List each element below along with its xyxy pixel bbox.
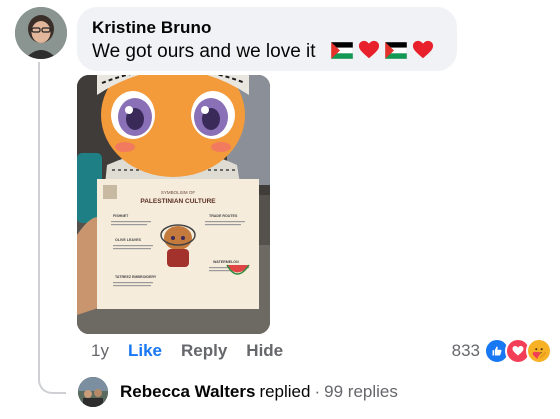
comment-author[interactable]: Kristine Bruno xyxy=(92,18,211,38)
comment-photo[interactable]: SYMBOLISM OF PALESTINIAN CULTURE FISHNET… xyxy=(77,75,270,334)
card-label-trade-routes: TRADE ROUTES xyxy=(209,214,238,218)
palestine-flag-icon xyxy=(331,41,353,59)
comment-timestamp[interactable]: 1y xyxy=(91,341,109,361)
card-label-tatreez: TATREEZ EMBROIDERY xyxy=(115,275,157,279)
card-heading: PALESTINIAN CULTURE xyxy=(140,198,216,205)
reply-button[interactable]: Reply xyxy=(181,341,227,361)
avatar[interactable] xyxy=(15,7,67,59)
card-heading-small: SYMBOLISM OF xyxy=(161,190,196,195)
reply-summary[interactable]: Rebecca Walters replied · 99 replies xyxy=(78,377,398,407)
care-reaction-icon xyxy=(526,338,552,364)
palestine-flag-icon xyxy=(385,41,407,59)
reply-verb[interactable]: replied xyxy=(259,382,310,402)
card-label-fishnet: FISHNET xyxy=(113,214,129,218)
thread-line xyxy=(38,62,66,394)
reaction-summary[interactable]: 833 xyxy=(452,338,552,364)
red-heart-icon xyxy=(412,40,434,59)
reaction-count[interactable]: 833 xyxy=(452,341,480,361)
hide-button[interactable]: Hide xyxy=(246,341,283,361)
reply-separator: · xyxy=(314,382,321,401)
reply-author[interactable]: Rebecca Walters xyxy=(120,382,255,402)
card-label-olive-leaves: OLIVE LEAVES xyxy=(115,238,141,242)
reaction-icons xyxy=(484,338,552,364)
comment-bubble: Kristine Bruno We got ours and we love i… xyxy=(77,7,457,71)
red-heart-icon xyxy=(358,40,380,59)
like-button[interactable]: Like xyxy=(128,341,162,361)
reply-avatar[interactable] xyxy=(78,377,108,407)
card-label-watermelon: WATERMELON xyxy=(213,260,239,264)
comment-text: We got ours and we love it xyxy=(92,41,316,62)
reply-count[interactable]: 99 replies xyxy=(324,382,398,402)
comment-actions: 1y Like Reply Hide xyxy=(91,341,283,361)
emoji-row xyxy=(331,39,434,61)
